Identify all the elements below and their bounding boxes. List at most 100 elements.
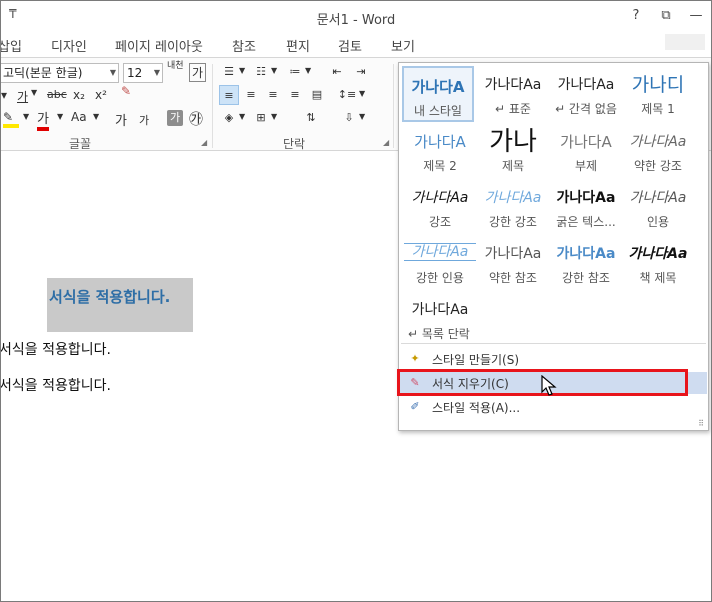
style-heading-2[interactable]: 가나다A 제목 2 [404,123,476,179]
style-quote[interactable]: 가나다Aa 인용 [622,179,694,235]
font-color-button[interactable]: 가 [37,108,49,131]
line-spacing-icon[interactable]: ↕≡ [337,85,357,105]
tab-references[interactable]: 참조 [232,36,256,55]
character-border-button[interactable]: 가 [189,63,207,82]
style-no-spacing[interactable]: 가나다Aa ↵ 간격 없음 [550,66,622,122]
chevron-down-icon[interactable]: ▼ [271,112,277,121]
shading-icon[interactable]: ◈ [219,108,239,128]
chevron-down-icon[interactable]: ▼ [23,112,29,121]
tab-insert[interactable]: 삽입 [1,36,22,55]
style-book-title[interactable]: 가나다Aa 책 제목 [622,235,694,291]
help-button[interactable]: ? [621,5,651,27]
chevron-down-icon[interactable]: ▼ [271,66,277,75]
chevron-down-icon[interactable]: ▼ [305,66,311,75]
style-label: ↵ 목록 단락 [408,327,470,341]
align-center-icon[interactable]: ≡ [241,85,261,105]
create-style-menu-item[interactable]: ✦ 스타일 만들기(S) [400,348,707,370]
font-group-label: 글꼴 [69,137,92,151]
style-preview: 가나디 [631,74,685,96]
shrink-font-button[interactable]: 가 [139,112,149,128]
highlight-color-button[interactable]: ✎ [3,110,19,128]
chevron-down-icon[interactable]: ▼ [239,66,245,75]
bold-button[interactable]: ▾ [1,88,7,102]
font-name-combo[interactable]: 고딕(본문 한글) ▼ [1,63,119,83]
style-label: ↵ 표준 [495,102,531,116]
chevron-down-icon[interactable]: ▼ [154,64,160,82]
style-subtitle[interactable]: 가나다A 부제 [550,123,622,179]
numbering-icon[interactable]: ☷ [251,62,271,82]
style-strong[interactable]: 가나다Aa 굵은 텍스... [550,179,622,235]
style-heading-1[interactable]: 가나디 제목 1 [622,66,694,122]
chevron-down-icon[interactable]: ▼ [359,112,365,121]
style-list-paragraph[interactable]: 가나다Aa ↵ 목록 단락 [404,291,476,347]
bullets-icon[interactable]: ☰ [219,62,239,82]
ribbon-display-options-button[interactable]: ⧉ [651,5,681,27]
align-left-icon[interactable]: ≡ [219,85,239,105]
chevron-down-icon[interactable]: ▼ [359,89,365,98]
resize-grip-icon[interactable]: ⠿ [698,419,704,428]
phonetic-guide-button[interactable]: 내천 [167,62,184,71]
change-case-button[interactable]: Aa [71,110,87,124]
underline-button[interactable]: 가 [17,88,28,105]
subscript-button[interactable]: x₂ [73,88,85,102]
style-subtle-reference[interactable]: 가나다Aa 약한 참조 [477,235,549,291]
tab-view[interactable]: 보기 [391,36,415,55]
tab-review[interactable]: 검토 [338,36,362,55]
align-right-icon[interactable]: ≡ [263,85,283,105]
chevron-down-icon[interactable]: ▼ [57,112,63,121]
enclose-characters-button[interactable]: ㉮ [189,109,203,129]
style-title[interactable]: 가나 제목 [477,123,549,179]
style-label: 제목 2 [423,159,457,173]
asian-layout-icon[interactable]: ⇩ [339,108,359,128]
chevron-down-icon[interactable]: ▼ [93,112,99,121]
style-preview: 가나다A [560,133,612,151]
font-size-combo[interactable]: 12 ▼ [123,63,163,83]
style-label: 제목 [501,159,525,173]
body-paragraph[interactable]: 서식을 적용합니다. [1,375,111,395]
font-dialog-launcher-icon[interactable]: ◢ [201,138,207,147]
style-intense-reference[interactable]: 가나다Aa 강한 참조 [550,235,622,291]
chevron-down-icon[interactable]: ▼ [110,64,116,82]
body-paragraph[interactable]: 서식을 적용합니다. [1,339,111,359]
style-preview: 가나다Aa [484,190,542,206]
style-preview: 가나다Aa [404,243,476,261]
apply-styles-menu-item[interactable]: ✐ 스타일 적용(A)... [400,396,707,418]
document-canvas[interactable]: 서식을 적용합니다. 서식을 적용합니다. 서식을 적용합니다. [1,152,397,601]
style-preview: 가나다Aa [556,190,616,206]
style-my-style[interactable]: 가나다A 내 스타일 [402,66,474,122]
chevron-down-icon[interactable]: ▼ [239,112,245,121]
multilevel-list-icon[interactable]: ≔ [285,62,305,82]
increase-indent-icon[interactable]: ⇥ [351,62,371,82]
minimize-button[interactable]: — [681,5,711,27]
strikethrough-button[interactable]: abc [47,88,67,101]
style-intense-quote[interactable]: 가나다Aa 강한 인용 [404,235,476,291]
font-size-value: 12 [127,66,143,80]
tab-layout[interactable]: 페이지 레이아웃 [115,36,203,55]
account-area[interactable] [665,34,705,50]
eraser-icon[interactable]: ✎ [121,84,131,98]
paragraph-dialog-launcher-icon[interactable]: ◢ [383,138,389,147]
decrease-indent-icon[interactable]: ⇤ [327,62,347,82]
justify-icon[interactable]: ≡ [285,85,305,105]
style-preview: 가나다Aa [628,246,688,262]
style-label: 굵은 텍스... [556,215,616,229]
style-preview: 가나 [489,127,537,157]
style-label: 강조 [428,215,452,229]
apply-styles-icon: ✐ [410,400,420,413]
tab-mailings[interactable]: 편지 [286,36,310,55]
sort-icon[interactable]: ⇅ [301,108,321,128]
style-normal[interactable]: 가나다Aa ↵ 표준 [477,66,549,122]
style-preview: 가나다Aa [411,302,469,318]
style-intense-emphasis[interactable]: 가나다Aa 강한 강조 [477,179,549,235]
character-shading-button[interactable]: 가 [167,110,183,126]
grow-font-button[interactable]: 가 [115,110,127,129]
chevron-down-icon[interactable]: ▼ [31,88,37,97]
style-subtle-emphasis[interactable]: 가나다Aa 약한 강조 [622,123,694,179]
superscript-button[interactable]: x² [95,88,107,102]
style-emphasis[interactable]: 가나다Aa 강조 [404,179,476,235]
distributed-icon[interactable]: ▤ [307,85,327,105]
heading-paragraph[interactable]: 서식을 적용합니다. [49,286,170,307]
tab-design[interactable]: 디자인 [51,36,87,55]
style-label: 약한 참조 [489,271,537,285]
borders-icon[interactable]: ⊞ [251,108,271,128]
